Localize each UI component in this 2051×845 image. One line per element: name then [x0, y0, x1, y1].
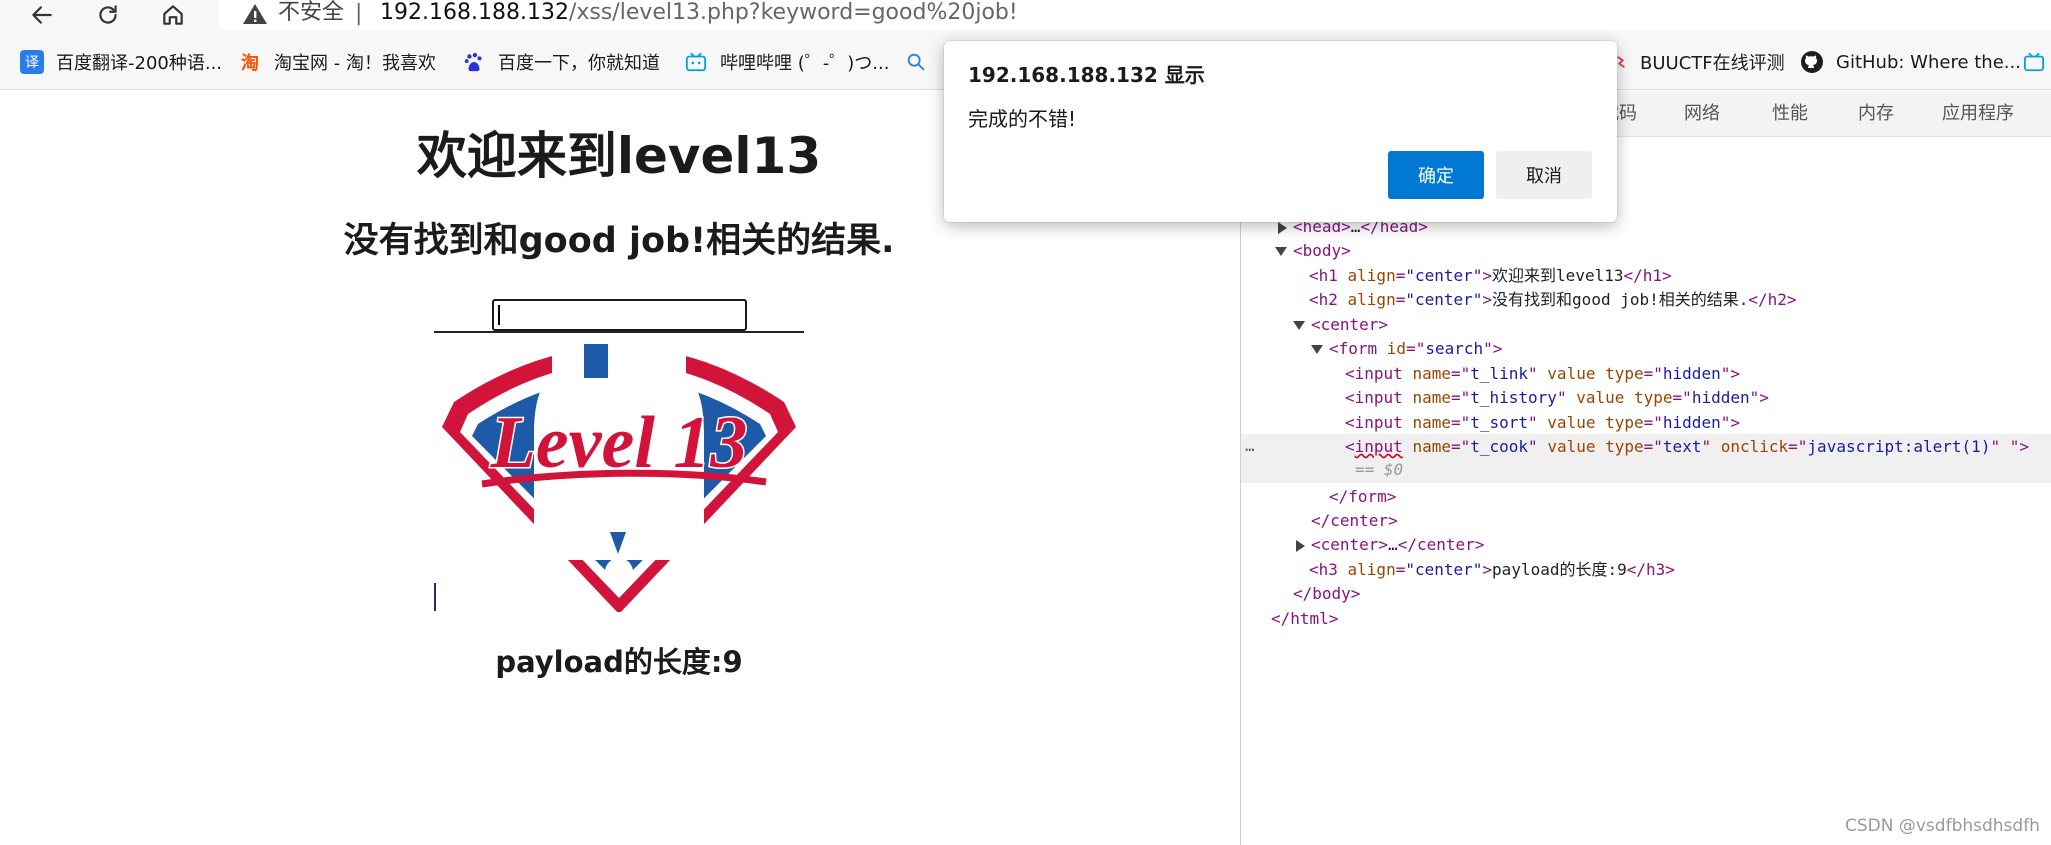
- level13-logo-image: Level 13: [442, 342, 796, 612]
- collapse-center-toggle[interactable]: [1293, 321, 1305, 330]
- tab-application[interactable]: 应用程序: [1942, 91, 2014, 137]
- dom-node-center-collapsed[interactable]: <center>…</center>: [1311, 533, 1484, 558]
- address-separator: |: [355, 1, 363, 26]
- collapse-form-toggle[interactable]: [1311, 345, 1323, 354]
- favorite-buuctf[interactable]: BUUCTF在线评测: [1614, 40, 1785, 84]
- favorite-baidu-translate[interactable]: 译 百度翻译-200种语...: [20, 40, 222, 84]
- more-dots-icon[interactable]: …: [1245, 436, 1255, 455]
- search-icon: [904, 50, 928, 74]
- collapse-body-toggle[interactable]: [1275, 247, 1287, 256]
- dom-node-input-t-cook[interactable]: <input name="t_cook" value type="text" o…: [1345, 435, 2029, 460]
- bilibili-icon: [2022, 50, 2046, 74]
- url-path: /xss/level13.php?keyword=good%20job!: [568, 0, 1018, 25]
- security-label[interactable]: 不安全: [278, 0, 344, 26]
- favorite-label: BUUCTF在线评测: [1640, 53, 1785, 74]
- tab-memory[interactable]: 内存: [1858, 91, 1894, 137]
- home-icon: [163, 5, 183, 25]
- baidu-paw-icon: [462, 50, 486, 74]
- bilibili-icon: [684, 50, 708, 74]
- refresh-icon: [99, 5, 117, 24]
- alert-dialog: 192.168.188.132 显示 完成的不错! 确定 取消: [944, 41, 1617, 222]
- dom-node-form-close[interactable]: </form>: [1329, 485, 1396, 510]
- favorite-baidu[interactable]: 百度一下，你就知道: [462, 40, 660, 84]
- arrow-left-icon: [32, 6, 52, 24]
- logo-text: Level 13: [490, 402, 748, 484]
- dom-node-input-t-history[interactable]: <input name="t_history" value type="hidd…: [1345, 386, 1769, 411]
- tab-network[interactable]: 网络: [1684, 91, 1720, 137]
- favorite-bilibili[interactable]: 哔哩哔哩 (゜-゜)つ...: [684, 40, 889, 84]
- page-heading-h2: 没有找到和good job!相关的结果.: [343, 221, 895, 261]
- browser-toolbar: 不安全 | 192.168.188.132/xss/level13.php?ke…: [0, 0, 2051, 40]
- dom-node-center-close[interactable]: </center>: [1311, 509, 1398, 534]
- dom-node-h1[interactable]: <h1 align="center">欢迎来到level13</h1>: [1309, 264, 1672, 289]
- warning-icon[interactable]: [242, 2, 268, 26]
- page-heading-h3: payload的长度:9: [495, 645, 743, 679]
- expand-center-toggle[interactable]: [1296, 540, 1305, 552]
- favorite-taobao[interactable]: 淘 淘宝网 - 淘！我喜欢: [238, 40, 436, 84]
- favorite-github[interactable]: GitHub: Where the...: [1800, 40, 2021, 84]
- taobao-icon: 淘: [241, 53, 259, 74]
- translate-icon: 译: [20, 50, 44, 74]
- dom-node-h3[interactable]: <h3 align="center">payload的长度:9</h3>: [1309, 558, 1675, 583]
- dialog-message: 完成的不错!: [968, 107, 1077, 131]
- expand-head-toggle[interactable]: [1278, 222, 1287, 234]
- dom-node-html-close[interactable]: </html>: [1271, 607, 1338, 632]
- dialog-title: 192.168.188.132 显示: [968, 63, 1205, 87]
- favorite-label: 百度一下，你就知道: [498, 53, 660, 74]
- ok-button[interactable]: 确定: [1388, 151, 1484, 199]
- github-icon: [1800, 50, 1824, 74]
- favorite-label: 淘宝网 - 淘！我喜欢: [274, 53, 436, 74]
- url-text[interactable]: 192.168.188.132/xss/level13.php?keyword=…: [380, 0, 1018, 26]
- favorite-label: 百度翻译-200种语...: [56, 53, 223, 74]
- cancel-button[interactable]: 取消: [1496, 151, 1592, 199]
- dom-node-h2[interactable]: <h2 align="center">没有找到和good job!相关的结果.<…: [1309, 288, 1797, 313]
- favorite-label: GitHub: Where the...: [1836, 51, 2021, 73]
- csdn-watermark: CSDN @vsdfbhsdhsdfh: [1845, 816, 2040, 836]
- refresh-button[interactable]: [88, 0, 128, 30]
- favorite-bilibili-2[interactable]: [2022, 40, 2046, 84]
- dom-node-input-t-sort[interactable]: <input name="t_sort" value type="hidden"…: [1345, 411, 1740, 436]
- url-host: 192.168.188.132: [380, 0, 569, 25]
- t-cook-input[interactable]: [492, 299, 747, 331]
- dom-node-form[interactable]: <form id="search">: [1329, 337, 1502, 362]
- dom-node-center[interactable]: <center>: [1311, 313, 1388, 338]
- dom-node-body-close[interactable]: </body>: [1293, 582, 1360, 607]
- selected-node-indicator: == $0: [1355, 460, 1404, 479]
- home-button[interactable]: [153, 0, 193, 30]
- favorite-label: 哔哩哔哩 (゜-゜)つ...: [720, 53, 890, 74]
- dom-node-body[interactable]: <body>: [1293, 239, 1351, 264]
- dom-node-input-t-link[interactable]: <input name="t_link" value type="hidden"…: [1345, 362, 1740, 387]
- tab-performance[interactable]: 性能: [1772, 91, 1808, 137]
- input-caret: [498, 305, 500, 325]
- favorite-hidden-partial[interactable]: [904, 40, 940, 84]
- text-caret: [434, 583, 436, 611]
- back-button[interactable]: [22, 0, 62, 30]
